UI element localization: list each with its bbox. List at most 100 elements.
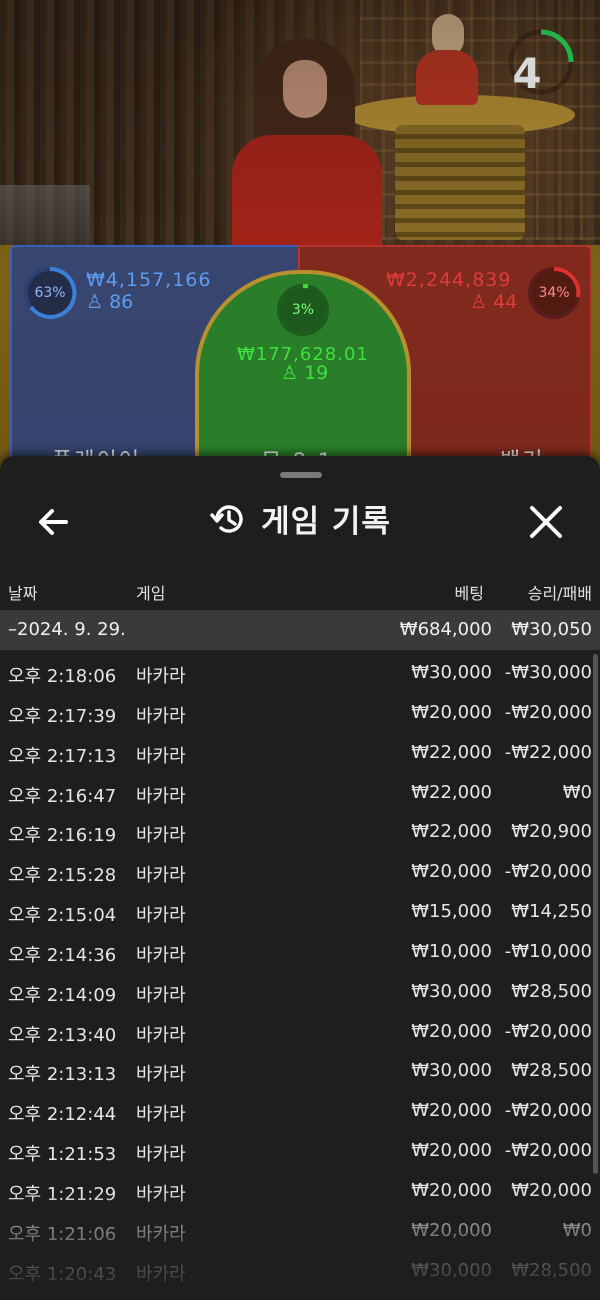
row-result: ₩28,500 (511, 1060, 592, 1082)
history-row[interactable]: 오후 1:20:43 바카라 ₩30,000 ₩28,500 (0, 1251, 600, 1291)
column-header-bet[interactable]: 베팅 (455, 580, 484, 604)
row-result: -₩20,000 (504, 861, 592, 883)
history-list: 오후 2:18:06 바카라 ₩30,000 -₩30,000 오후 2:17:39 바… (0, 653, 600, 1291)
row-result: -₩20,000 (504, 1140, 592, 1162)
drag-handle[interactable] (280, 472, 322, 478)
history-row[interactable]: 오후 2:15:28 바카라 ₩20,000 -₩20,000 (0, 852, 600, 892)
row-game: 바카라 (136, 984, 186, 1006)
history-row[interactable]: 오후 2:17:13 바카라 ₩22,000 -₩22,000 (0, 733, 600, 773)
history-row[interactable]: 오후 2:15:04 바카라 ₩15,000 ₩14,250 (0, 892, 600, 932)
history-row[interactable]: 오후 2:14:36 바카라 ₩10,000 -₩10,000 (0, 932, 600, 972)
row-result: -₩10,000 (504, 940, 592, 962)
panel-title-wrap: 게임 기록 (0, 496, 600, 541)
tie-bettor-count: 19 (304, 362, 329, 384)
row-time: 오후 2:18:06 (8, 666, 117, 687)
row-game: 바카라 (136, 785, 186, 807)
row-bet: ₩10,000 (411, 940, 492, 962)
row-result: ₩20,900 (511, 821, 592, 843)
row-result: ₩20,000 (511, 1179, 592, 1201)
row-game: 바카라 (136, 1024, 186, 1046)
column-header-result[interactable]: 승리/패배 (528, 580, 592, 604)
row-time: 오후 2:12:44 (8, 1104, 117, 1126)
row-time: 오후 2:15:28 (8, 865, 117, 887)
row-bet: ₩22,000 (411, 821, 492, 843)
row-bet: ₩30,000 (411, 662, 492, 683)
row-result: ₩28,500 (511, 980, 592, 1002)
row-game: 바카라 (136, 745, 186, 767)
banker-total-amount: ₩2,244,839 (386, 269, 512, 291)
day-summary-bet: ₩684,000 (399, 619, 492, 640)
close-icon[interactable] (522, 500, 570, 544)
row-bet: ₩20,000 (411, 1179, 492, 1201)
row-result: -₩20,000 (504, 701, 592, 723)
column-headers: 날짜 게임 베팅 승리/패배 (0, 568, 600, 608)
history-row[interactable]: 오후 2:14:09 바카라 ₩30,000 ₩28,500 (0, 972, 600, 1012)
column-header-date[interactable]: 날짜 (8, 580, 37, 604)
player-total-amount: ₩4,157,166 (86, 269, 212, 291)
person-icon: ♙ (281, 362, 299, 384)
player-bettor-count: 86 (109, 291, 134, 313)
row-time: 오후 2:16:47 (8, 785, 117, 807)
panel-title: 게임 기록 (261, 504, 391, 540)
history-row[interactable]: 오후 2:17:39 바카라 ₩20,000 -₩20,000 (0, 693, 600, 733)
row-result: ₩14,250 (511, 901, 592, 923)
row-result: -₩30,000 (504, 662, 592, 683)
history-row[interactable]: 오후 2:16:19 바카라 ₩22,000 ₩20,900 (0, 812, 600, 852)
row-game: 바카라 (136, 865, 186, 887)
row-time: 오후 2:16:19 (8, 825, 117, 847)
row-bet: ₩20,000 (411, 1020, 492, 1042)
history-row[interactable]: 오후 2:16:47 바카라 ₩22,000 ₩0 (0, 773, 600, 813)
row-result: ₩28,500 (511, 1259, 592, 1281)
row-bet: ₩20,000 (411, 1219, 492, 1241)
row-game: 바카라 (136, 705, 186, 727)
row-game: 바카라 (136, 1144, 186, 1166)
row-game: 바카라 (136, 944, 186, 966)
row-bet: ₩20,000 (411, 1140, 492, 1162)
banker-percent: 34% (538, 285, 570, 301)
row-bet: ₩20,000 (411, 1100, 492, 1122)
row-bet: ₩30,000 (411, 1060, 492, 1082)
row-game: 바카라 (136, 1183, 186, 1205)
history-icon (210, 504, 243, 533)
row-time: 오후 2:17:13 (8, 745, 117, 767)
day-summary-row[interactable]: –2024. 9. 29. ₩684,000 ₩30,050 (0, 610, 600, 650)
row-result: ₩0 (562, 781, 592, 803)
row-result: -₩22,000 (504, 741, 592, 763)
player-percent: 63% (34, 285, 66, 301)
row-bet: ₩20,000 (411, 861, 492, 883)
history-row[interactable]: 오후 2:13:40 바카라 ₩20,000 -₩20,000 (0, 1012, 600, 1052)
row-time: 오후 2:14:36 (8, 944, 117, 966)
person-icon: ♙ (86, 291, 104, 313)
panel-header: 게임 기록 (0, 484, 600, 554)
row-game: 바카라 (136, 905, 186, 927)
row-time: 오후 2:13:40 (8, 1024, 117, 1046)
row-game: 바카라 (136, 1223, 186, 1245)
person-icon: ♙ (470, 291, 488, 313)
row-time: 오후 1:20:43 (8, 1263, 117, 1285)
history-row[interactable]: 오후 1:21:06 바카라 ₩20,000 ₩0 (0, 1211, 600, 1251)
row-bet: ₩30,000 (411, 980, 492, 1002)
scrollbar[interactable] (593, 654, 598, 1174)
history-row[interactable]: 오후 2:13:13 바카라 ₩30,000 ₩28,500 (0, 1051, 600, 1091)
row-time: 오후 2:15:04 (8, 905, 117, 927)
row-game: 바카라 (136, 1263, 186, 1285)
history-row[interactable]: 오후 2:18:06 바카라 ₩30,000 -₩30,000 (0, 653, 600, 693)
row-result: ₩0 (562, 1219, 592, 1241)
row-bet: ₩22,000 (411, 781, 492, 803)
history-row[interactable]: 오후 2:12:44 바카라 ₩20,000 -₩20,000 (0, 1091, 600, 1131)
row-result: -₩20,000 (504, 1100, 592, 1122)
row-game: 바카라 (136, 1064, 186, 1086)
row-time: 오후 1:21:06 (8, 1223, 117, 1245)
column-header-game[interactable]: 게임 (136, 580, 165, 604)
history-row[interactable]: 오후 1:21:53 바카라 ₩20,000 -₩20,000 (0, 1131, 600, 1171)
day-summary-result: ₩30,050 (511, 619, 592, 640)
banker-bettor-count: 44 (493, 291, 518, 313)
countdown-number: 4 (512, 49, 542, 98)
row-game: 바카라 (136, 825, 186, 847)
row-result: -₩20,000 (504, 1020, 592, 1042)
row-game: 바카라 (136, 1104, 186, 1126)
tie-percent: 3% (291, 302, 315, 318)
history-row[interactable]: 오후 1:21:29 바카라 ₩20,000 ₩20,000 (0, 1171, 600, 1211)
row-game: 바카라 (136, 666, 186, 687)
row-time: 오후 1:21:29 (8, 1183, 117, 1205)
